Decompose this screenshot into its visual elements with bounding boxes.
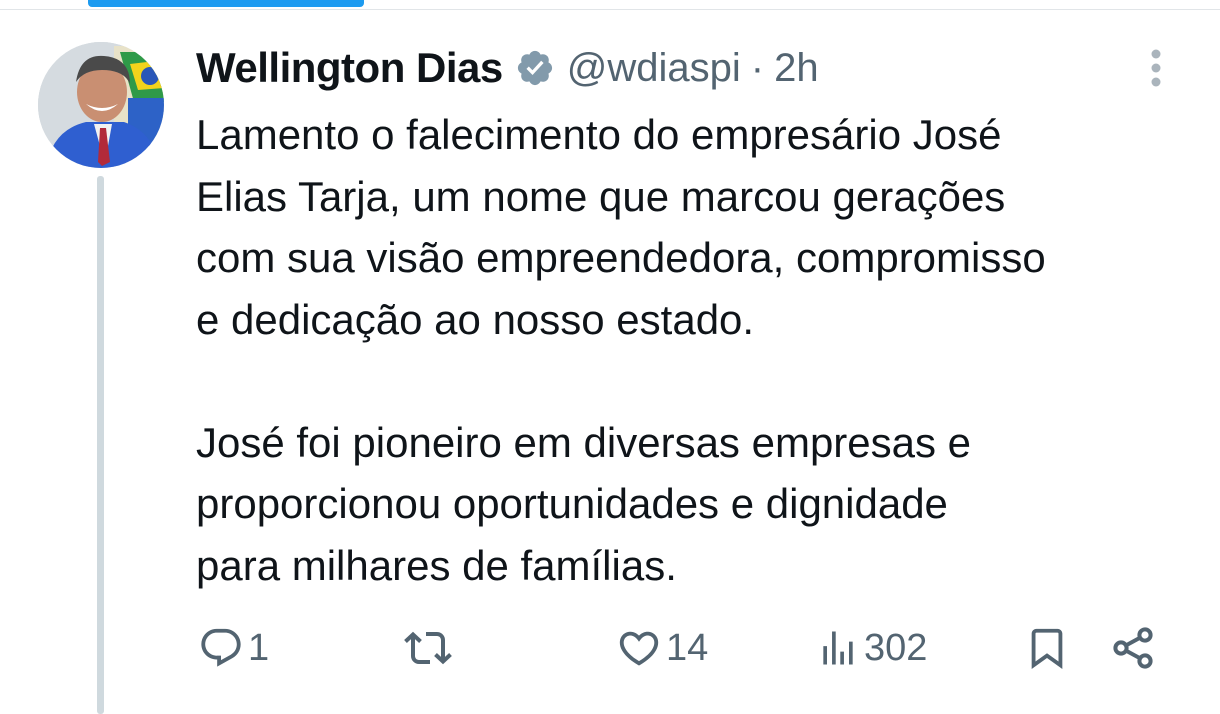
reply-button[interactable]: 1 [198,620,269,676]
views-count: 302 [864,626,928,669]
tweet-text-line: José foi pioneiro em diversas empresas e [196,418,972,466]
tweet-text-line: Lamento o falecimento do empresário José [196,111,1002,158]
tweet-text-line: com sua visão empreendedora, compromisso [196,234,1046,281]
heart-icon [616,625,662,671]
header-separator: · [750,45,765,90]
like-count: 14 [666,626,709,669]
reply-count: 1 [248,626,270,669]
retweet-button[interactable] [404,620,456,676]
views-button[interactable]: 302 [816,620,927,676]
tweet-text-line: para milhares de famílias. [196,541,677,589]
active-tab-indicator [88,0,364,7]
author-handle[interactable]: @wdiaspi [567,46,741,91]
reply-icon [198,625,244,671]
tweet-text-line: proporcionou oportunidades e dignidade [196,480,948,527]
share-button[interactable] [1110,620,1158,676]
retweet-icon [404,624,452,672]
tweet-header: Wellington Dias @wdiaspi · 2h [196,40,819,96]
bar-chart-icon [816,625,860,671]
verified-badge-icon [515,48,555,88]
author-display-name[interactable]: Wellington Dias [196,44,503,92]
tweet-text-line: e dedicação ao nosso estado. [196,295,755,343]
more-vertical-icon[interactable] [1140,46,1172,90]
tweet-timestamp[interactable]: 2h [774,46,819,91]
avatar[interactable] [38,42,164,168]
like-button[interactable]: 14 [616,620,708,676]
bookmark-button[interactable] [1024,620,1070,676]
tweet-text-line: Elias Tarja, um nome que marcou gerações [196,172,1006,220]
share-icon [1110,624,1158,672]
tweet-text: Lamento o falecimento do empresário José… [196,104,1196,596]
bookmark-icon [1024,625,1070,671]
tweet-actions: 1 14 302 [0,620,1220,676]
